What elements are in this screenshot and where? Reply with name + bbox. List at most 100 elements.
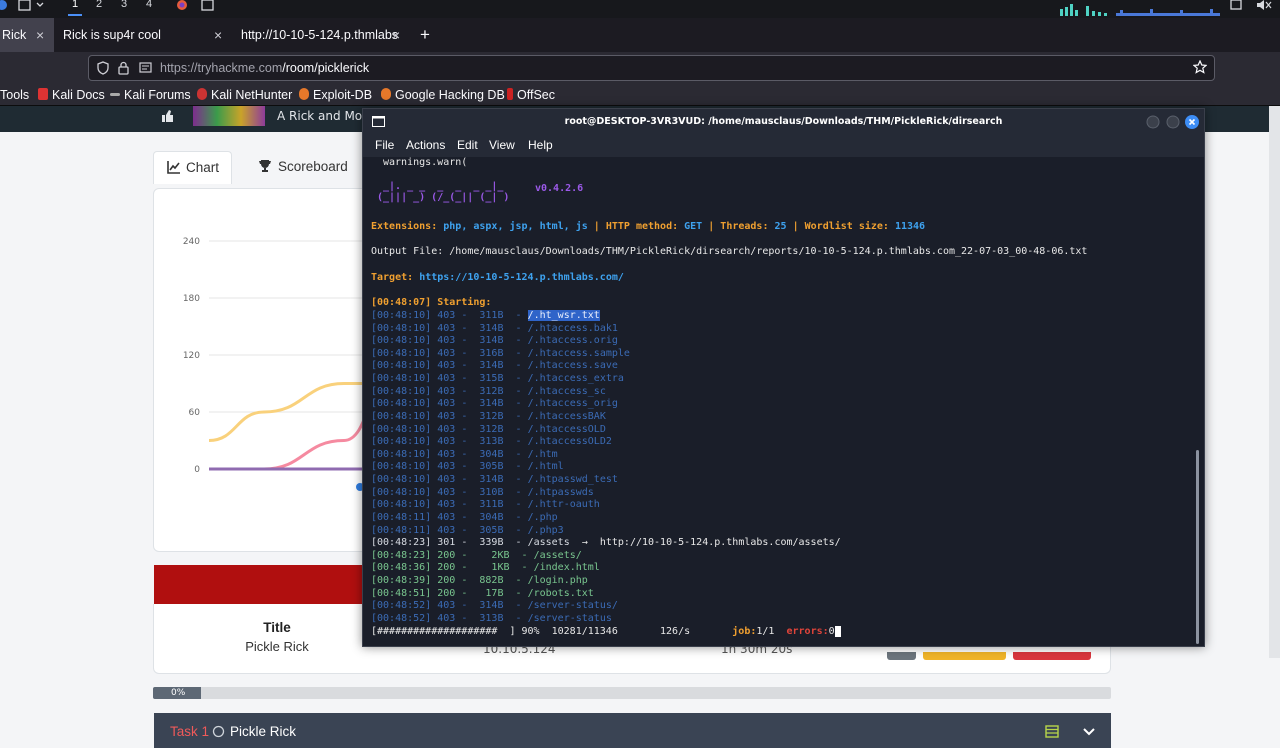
bookmark-label: OffSec <box>517 88 555 102</box>
result-row: [00:48:39] 200 - 882B - /login.php <box>371 575 588 587</box>
close-tab-icon[interactable]: × <box>36 18 44 52</box>
task-notes-icon[interactable] <box>1045 725 1059 741</box>
bookmark-kali-forums[interactable]: Kali Forums <box>110 87 191 103</box>
close-tab-icon[interactable]: × <box>392 18 400 52</box>
result-row: [00:48:10] 403 - 315B - /.htaccess_extra <box>371 373 624 385</box>
scan-config-line: Extensions: php, aspx, jsp, html, js | H… <box>371 221 926 232</box>
result-path: /.htaccess.sample <box>527 347 630 359</box>
tab-thmlabs[interactable]: http://10-10-5-124.p.thmlabs × <box>232 18 410 52</box>
close-icon[interactable] <box>1185 115 1199 132</box>
add-time-button[interactable] <box>923 652 1006 660</box>
workspace-2[interactable]: 2 <box>96 0 102 18</box>
terminal-output[interactable]: warnings.warn( _|. _ _ _ _ _ _|_ (_||| _… <box>363 157 1204 646</box>
result-path: /.php <box>527 511 558 523</box>
terminal-titlebar[interactable]: root@DESKTOP-3VR3VUD: /home/mausclaus/Do… <box>363 109 1204 135</box>
result-path: /.htaccess_extra <box>527 373 624 385</box>
workspace-1[interactable]: 1 <box>67 0 83 18</box>
minimize-icon[interactable] <box>1146 115 1160 132</box>
bookmark-kali-docs[interactable]: Kali Docs <box>38 87 105 103</box>
terminal-launcher-icon[interactable] <box>18 0 44 14</box>
thumbs-icon[interactable] <box>160 109 174 126</box>
workspace-3[interactable]: 3 <box>121 0 127 18</box>
task-1-header[interactable]: Task 1 Pickle Rick <box>154 713 1111 748</box>
task-number: Task 1 <box>170 724 210 739</box>
terminal-menubar: File Actions Edit View Help <box>363 135 1204 157</box>
cpu-graph-icon <box>1060 0 1220 16</box>
close-tab-icon[interactable]: × <box>214 18 222 52</box>
terminate-button[interactable] <box>1013 652 1091 660</box>
result-row: [00:48:36] 200 - 1KB - /index.html <box>371 562 600 574</box>
tracking-shield-icon[interactable] <box>97 61 109 78</box>
workspace-4[interactable]: 4 <box>146 0 152 18</box>
tab-rick-is-sup4r-cool[interactable]: Rick is sup4r cool × <box>54 18 232 52</box>
ghdb-icon <box>381 88 391 100</box>
result-row: [00:48:10] 403 - 314B - /.htaccess_orig <box>371 398 618 410</box>
bookmark-google-hacking-db[interactable]: Google Hacking DB <box>381 87 505 103</box>
network-icon[interactable] <box>1230 0 1242 14</box>
scan-progress-line: [#################### ] 90% 10281/11346 … <box>371 626 841 638</box>
info-button-grey[interactable] <box>887 652 916 660</box>
bookmark-label: Exploit-DB <box>313 88 373 102</box>
url-text[interactable]: https://tryhackme.com/room/picklerick <box>160 61 369 75</box>
result-row: [00:48:52] 403 - 314B - /server-status/ <box>371 600 618 612</box>
bookmark-offsec[interactable]: OffSec <box>507 87 555 103</box>
url-bar[interactable]: https://tryhackme.com/room/picklerick <box>88 55 1215 81</box>
browser-tab-bar: Rick × Rick is sup4r cool × http://10-10… <box>0 18 1280 52</box>
offsec-icon <box>507 88 513 100</box>
firefox-icon[interactable] <box>176 0 188 14</box>
page-info-icon[interactable] <box>139 62 152 77</box>
dirsearch-logo-line-2: (_||| _) (/_(_|| (_| ) <box>377 192 510 203</box>
tab-scoreboard[interactable]: Scoreboard <box>259 151 348 184</box>
chart-line-icon <box>167 152 181 184</box>
y-tick-label: 120 <box>183 351 200 361</box>
navigation-bar: https://tryhackme.com/room/picklerick <box>0 52 1280 84</box>
terminal-scrollbar[interactable] <box>1196 450 1199 644</box>
result-path: /.htm <box>527 448 558 460</box>
menu-help[interactable]: Help <box>528 138 553 152</box>
result-path: /.htpasswd_test <box>527 474 618 486</box>
menu-file[interactable]: File <box>375 138 394 152</box>
result-path: /.htaccess.save <box>527 360 618 372</box>
bookmark-star-icon[interactable] <box>1192 59 1208 77</box>
room-description: A Rick and Mo <box>277 109 363 123</box>
page-scrollbar[interactable] <box>1269 106 1280 658</box>
lock-icon[interactable] <box>118 61 129 78</box>
dirsearch-version: v0.4.2.6 <box>535 183 584 194</box>
result-row: [00:48:10] 403 - 314B - /.htaccess.orig <box>371 335 618 347</box>
tab-label: Scoreboard <box>278 159 348 174</box>
exploit-db-icon <box>299 88 309 100</box>
new-tab-button[interactable]: + <box>420 18 436 52</box>
result-path: /index.html <box>533 562 600 574</box>
bookmark-exploit-db[interactable]: Exploit-DB <box>299 87 372 103</box>
result-row: [00:48:11] 403 - 304B - /.php <box>371 511 558 523</box>
bookmark-tools[interactable]: Tools <box>0 87 29 103</box>
volume-muted-icon[interactable] <box>1256 0 1272 14</box>
result-path: /.htaccessOLD2 <box>527 436 612 448</box>
tab-rick[interactable]: Rick × <box>0 18 54 52</box>
system-top-bar: 1 2 3 4 <box>0 0 1280 18</box>
menu-actions[interactable]: Actions <box>406 138 445 152</box>
menu-view[interactable]: View <box>489 138 515 152</box>
maximize-icon[interactable] <box>1166 115 1180 132</box>
terminal-title: root@DESKTOP-3VR3VUD: /home/mausclaus/Do… <box>564 116 1003 127</box>
tab-label: http://10-10-5-124.p.thmlabs <box>241 28 399 42</box>
terminal-window[interactable]: root@DESKTOP-3VR3VUD: /home/mausclaus/Do… <box>362 108 1205 647</box>
chevron-down-icon[interactable] <box>1083 726 1095 740</box>
menu-edit[interactable]: Edit <box>457 138 478 152</box>
bookmark-kali-nethunter[interactable]: Kali NetHunter <box>197 87 292 103</box>
result-path: /login.php <box>527 575 588 587</box>
terminal-window-icon[interactable] <box>200 0 216 14</box>
result-row: [00:48:10] 403 - 311B - /.httr-oauth <box>371 499 600 511</box>
result-path: /.htaccessOLD <box>527 423 606 435</box>
bookmark-label: Kali NetHunter <box>211 88 293 102</box>
result-row: [00:48:10] 403 - 312B - /.htaccessBAK <box>371 410 606 422</box>
bookmark-label: Kali Docs <box>52 88 105 102</box>
result-path: /.html <box>527 461 564 473</box>
kali-menu-icon[interactable] <box>0 0 10 14</box>
result-row: [00:48:10] 403 - 316B - /.htaccess.sampl… <box>371 347 630 359</box>
kali-docs-icon <box>38 88 48 100</box>
tab-chart[interactable]: Chart <box>153 151 232 184</box>
result-row: [00:48:52] 403 - 313B - /server-status <box>371 612 612 624</box>
progress-label: 0% <box>171 688 186 698</box>
y-tick-label: 180 <box>183 294 200 304</box>
